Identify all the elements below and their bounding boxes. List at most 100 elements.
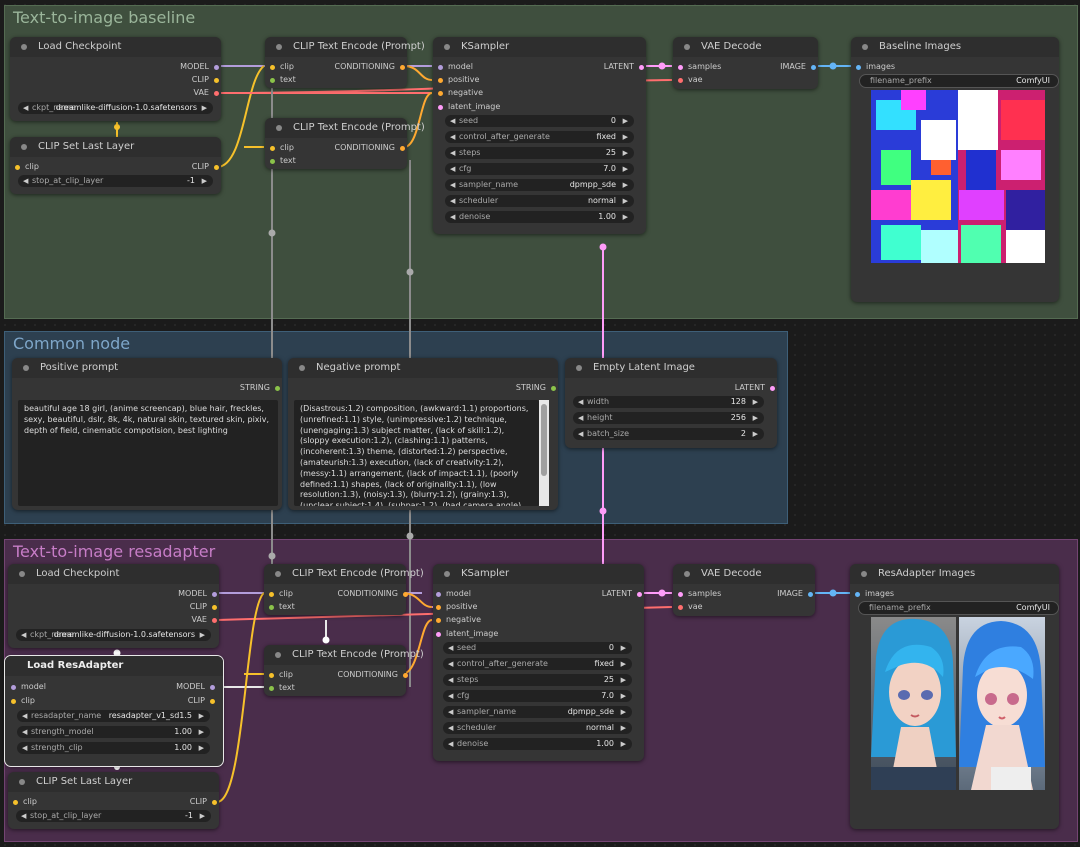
left-arrow-icon[interactable]: ◀ bbox=[450, 211, 455, 223]
output-vae[interactable]: VAE bbox=[192, 614, 217, 626]
left-arrow-icon[interactable]: ◀ bbox=[450, 147, 455, 159]
right-arrow-icon[interactable]: ▶ bbox=[753, 412, 758, 424]
output-clip[interactable]: CLIP bbox=[190, 601, 217, 613]
denoise-number[interactable]: ◀ denoise 1.00 ▶ bbox=[443, 738, 632, 750]
node-title[interactable]: Baseline Images bbox=[851, 37, 1059, 57]
input-model[interactable]: model bbox=[438, 61, 473, 73]
seed-number[interactable]: ◀ seed 0 ▶ bbox=[443, 642, 632, 654]
input-text[interactable]: text bbox=[269, 601, 295, 613]
resadapter-output-image[interactable] bbox=[871, 617, 1045, 790]
node-title[interactable]: KSampler bbox=[433, 564, 644, 584]
output-clip[interactable]: CLIP bbox=[190, 796, 217, 808]
scheduler-combo[interactable]: ◀ scheduler normal ▶ bbox=[445, 195, 634, 207]
input-text[interactable]: text bbox=[270, 155, 296, 167]
vae-decode-node[interactable]: VAE Decode samples vae IMAGE bbox=[673, 37, 818, 89]
node-title[interactable]: CLIP Text Encode (Prompt) bbox=[265, 118, 425, 138]
load-resadapter-node[interactable]: Load ResAdapter model clip MODEL CLIP ◀ r… bbox=[4, 655, 224, 767]
right-arrow-icon[interactable]: ▶ bbox=[202, 102, 207, 114]
output-string[interactable]: STRING bbox=[240, 382, 280, 394]
output-conditioning[interactable]: CONDITIONING bbox=[338, 669, 408, 681]
left-arrow-icon[interactable]: ◀ bbox=[448, 658, 453, 670]
input-images[interactable]: images bbox=[855, 588, 894, 600]
output-latent[interactable]: LATENT bbox=[604, 61, 644, 73]
sampler-name-combo[interactable]: ◀ sampler_name dpmpp_sde ▶ bbox=[443, 706, 632, 718]
right-arrow-icon[interactable]: ▶ bbox=[621, 674, 626, 686]
collapse-dot-icon[interactable] bbox=[684, 571, 690, 577]
output-conditioning[interactable]: CONDITIONING bbox=[335, 142, 405, 154]
input-model[interactable]: model bbox=[436, 588, 471, 600]
output-conditioning[interactable]: CONDITIONING bbox=[335, 61, 405, 73]
output-vae[interactable]: VAE bbox=[194, 87, 219, 99]
scheduler-combo[interactable]: ◀ scheduler normal ▶ bbox=[443, 722, 632, 734]
ckpt-name-combo[interactable]: ◀ ckpt_name dreamlike-diffusion-1.0.safe… bbox=[18, 102, 213, 114]
input-clip[interactable]: clip bbox=[269, 588, 293, 600]
output-clip[interactable]: CLIP bbox=[188, 695, 215, 707]
output-model[interactable]: MODEL bbox=[176, 681, 215, 693]
clip-text-encode-node[interactable]: CLIP Text Encode (Prompt) clip text COND… bbox=[264, 564, 424, 615]
output-conditioning[interactable]: CONDITIONING bbox=[338, 588, 408, 600]
input-clip[interactable]: clip bbox=[11, 695, 35, 707]
steps-number[interactable]: ◀ steps 25 ▶ bbox=[443, 674, 632, 686]
output-model[interactable]: MODEL bbox=[180, 61, 219, 73]
right-arrow-icon[interactable]: ▶ bbox=[623, 147, 628, 159]
right-arrow-icon[interactable]: ▶ bbox=[199, 742, 204, 754]
input-clip[interactable]: clip bbox=[15, 161, 39, 173]
collapse-dot-icon[interactable] bbox=[23, 365, 29, 371]
right-arrow-icon[interactable]: ▶ bbox=[202, 175, 207, 187]
output-image[interactable]: IMAGE bbox=[780, 61, 816, 73]
collapse-dot-icon[interactable] bbox=[276, 125, 282, 131]
left-arrow-icon[interactable]: ◀ bbox=[450, 115, 455, 127]
output-clip[interactable]: CLIP bbox=[192, 74, 219, 86]
input-negative[interactable]: negative bbox=[436, 614, 481, 626]
left-arrow-icon[interactable]: ◀ bbox=[450, 163, 455, 175]
cfg-number[interactable]: ◀ cfg 7.0 ▶ bbox=[445, 163, 634, 175]
ckpt-name-combo[interactable]: ◀ ckpt_name dreamlike-diffusion-1.0.safe… bbox=[16, 629, 211, 641]
vae-decode-node[interactable]: VAE Decode samples vae IMAGE bbox=[673, 564, 815, 616]
output-latent[interactable]: LATENT bbox=[735, 382, 775, 394]
node-title[interactable]: Load Checkpoint bbox=[10, 37, 221, 57]
right-arrow-icon[interactable]: ▶ bbox=[199, 726, 204, 738]
right-arrow-icon[interactable]: ▶ bbox=[621, 658, 626, 670]
control-after-generate-combo[interactable]: ◀ control_after_generate fixed ▶ bbox=[445, 131, 634, 143]
node-title[interactable]: ResAdapter Images bbox=[850, 564, 1059, 584]
left-arrow-icon[interactable]: ◀ bbox=[23, 175, 28, 187]
save-image-node[interactable]: ResAdapter Images images filename_prefix… bbox=[850, 564, 1059, 829]
output-image[interactable]: IMAGE bbox=[777, 588, 813, 600]
collapse-dot-icon[interactable] bbox=[21, 144, 27, 150]
input-clip[interactable]: clip bbox=[270, 142, 294, 154]
node-title[interactable]: KSampler bbox=[433, 37, 646, 57]
stop-at-clip-layer-number[interactable]: ◀ stop_at_clip_layer -1 ▶ bbox=[16, 810, 211, 822]
node-title[interactable]: Load ResAdapter bbox=[5, 656, 223, 676]
left-arrow-icon[interactable]: ◀ bbox=[22, 742, 27, 754]
node-title[interactable]: Negative prompt bbox=[288, 358, 558, 378]
left-arrow-icon[interactable]: ◀ bbox=[448, 690, 453, 702]
resadapter-name-combo[interactable]: ◀ resadapter_name resadapter_v1_sd1.5 ▶ bbox=[17, 710, 210, 722]
filename-prefix-text[interactable]: filename_prefix ComfyUI bbox=[858, 601, 1059, 615]
right-arrow-icon[interactable]: ▶ bbox=[623, 179, 628, 191]
right-arrow-icon[interactable]: ▶ bbox=[623, 211, 628, 223]
collapse-dot-icon[interactable] bbox=[299, 365, 305, 371]
output-clip[interactable]: CLIP bbox=[192, 161, 219, 173]
strength-clip-number[interactable]: ◀ strength_clip 1.00 ▶ bbox=[17, 742, 210, 754]
input-text[interactable]: text bbox=[269, 682, 295, 694]
positive-prompt-textarea[interactable]: beautiful age 18 girl, (anime screencap)… bbox=[18, 400, 278, 506]
left-arrow-icon[interactable]: ◀ bbox=[578, 412, 583, 424]
textarea-scrollbar[interactable] bbox=[539, 400, 549, 506]
left-arrow-icon[interactable]: ◀ bbox=[448, 738, 453, 750]
left-arrow-icon[interactable]: ◀ bbox=[448, 642, 453, 654]
load-checkpoint-node[interactable]: Load Checkpoint MODEL CLIP VAE ◀ ckpt_na… bbox=[8, 564, 219, 648]
input-clip[interactable]: clip bbox=[270, 61, 294, 73]
stop-at-clip-layer-number[interactable]: ◀ stop_at_clip_layer -1 ▶ bbox=[18, 175, 213, 187]
collapse-dot-icon[interactable] bbox=[21, 44, 27, 50]
width-number[interactable]: ◀ width 128 ▶ bbox=[573, 396, 764, 408]
input-negative[interactable]: negative bbox=[438, 87, 483, 99]
input-positive[interactable]: positive bbox=[436, 601, 477, 613]
left-arrow-icon[interactable]: ◀ bbox=[22, 726, 27, 738]
right-arrow-icon[interactable]: ▶ bbox=[621, 706, 626, 718]
left-arrow-icon[interactable]: ◀ bbox=[578, 396, 583, 408]
left-arrow-icon[interactable]: ◀ bbox=[450, 179, 455, 191]
right-arrow-icon[interactable]: ▶ bbox=[621, 722, 626, 734]
node-title[interactable]: CLIP Text Encode (Prompt) bbox=[264, 645, 424, 665]
input-latent-image[interactable]: latent_image bbox=[438, 101, 500, 113]
clip-text-encode-node[interactable]: CLIP Text Encode (Prompt) clip text COND… bbox=[265, 118, 425, 169]
